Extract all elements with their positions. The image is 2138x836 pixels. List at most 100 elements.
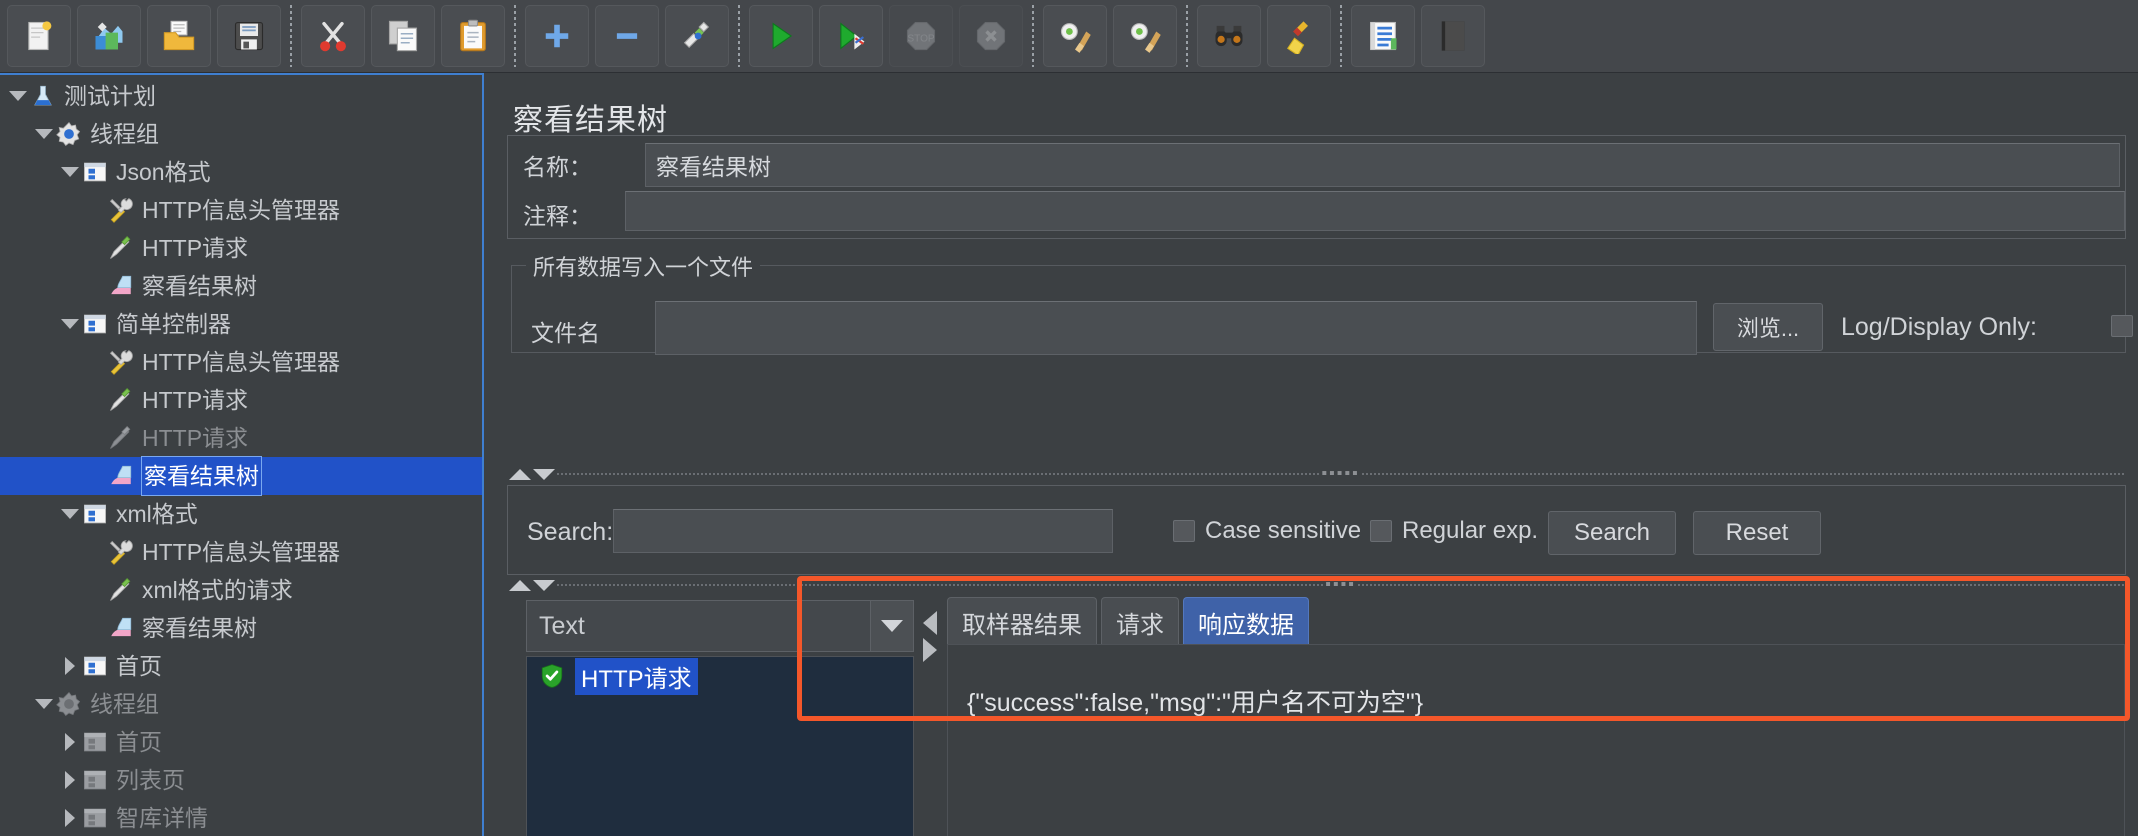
comment-input[interactable] bbox=[625, 191, 2125, 231]
case-sensitive-checkbox[interactable] bbox=[1173, 520, 1195, 542]
search-button[interactable] bbox=[1197, 5, 1261, 67]
toggle-pencils-icon bbox=[679, 18, 715, 54]
arrow-left-icon[interactable] bbox=[923, 611, 937, 635]
result-row[interactable]: HTTP请求 bbox=[527, 657, 913, 695]
grip-dots: ▪▪▪▪▪ bbox=[1321, 465, 1360, 482]
tree-node-label: 简单控制器 bbox=[116, 311, 231, 337]
tree-twisty-collapsed-icon[interactable] bbox=[60, 761, 80, 799]
tree-twisty-expanded-icon[interactable] bbox=[34, 115, 54, 153]
function-helper-button[interactable] bbox=[1351, 5, 1415, 67]
tree-twisty-expanded-icon[interactable] bbox=[60, 153, 80, 191]
tree-node[interactable]: 察看结果树 bbox=[0, 609, 482, 647]
tree-node[interactable]: 线程组 bbox=[0, 685, 482, 723]
toolbar-separator bbox=[290, 5, 292, 67]
response-tabs[interactable]: 取样器结果 请求 响应数据 bbox=[947, 597, 1309, 648]
response-data-view[interactable] bbox=[947, 644, 2125, 836]
chevron-down-icon[interactable] bbox=[533, 468, 555, 480]
tree-node[interactable]: HTTP请求 bbox=[0, 419, 482, 457]
tree-node[interactable]: HTTP信息头管理器 bbox=[0, 191, 482, 229]
tree-node[interactable]: 察看结果树 bbox=[0, 456, 482, 496]
tree-twisty-expanded-icon[interactable] bbox=[60, 305, 80, 343]
start-no-pauses-button[interactable] bbox=[819, 5, 883, 67]
tab-request[interactable]: 请求 bbox=[1101, 597, 1179, 648]
tree-node[interactable]: 首页 bbox=[0, 647, 482, 685]
tree-twisty-expanded-icon[interactable] bbox=[34, 685, 54, 723]
tab-sampler-result[interactable]: 取样器结果 bbox=[947, 597, 1097, 648]
tree-node[interactable]: 线程组 bbox=[0, 115, 482, 153]
sampler-green-icon bbox=[106, 575, 136, 605]
start-button[interactable] bbox=[749, 5, 813, 67]
test-plan-tree[interactable]: 测试计划 线程组 Json格式 HTTP信息头管理器 HTTP请求 察看结果树 简单控制器 H… bbox=[0, 73, 484, 836]
tree-twisty-none bbox=[86, 457, 106, 495]
tree-node[interactable]: HTTP请求 bbox=[0, 381, 482, 419]
scissors-icon bbox=[315, 18, 351, 54]
reset-button[interactable]: Reset bbox=[1693, 511, 1821, 555]
tree-node[interactable]: 简单控制器 bbox=[0, 305, 482, 343]
tree-node-label: 察看结果树 bbox=[142, 615, 257, 641]
collapse-all-button[interactable] bbox=[595, 5, 659, 67]
name-input[interactable]: 察看结果树 bbox=[645, 143, 2120, 187]
panel-splitter[interactable] bbox=[484, 73, 495, 836]
save-button[interactable] bbox=[217, 5, 281, 67]
cut-button[interactable] bbox=[301, 5, 365, 67]
tree-node[interactable]: xml格式 bbox=[0, 495, 482, 533]
browse-button[interactable]: 浏览... bbox=[1713, 303, 1823, 351]
results-tree-icon bbox=[106, 613, 136, 643]
tree-twisty-expanded-icon[interactable] bbox=[60, 495, 80, 533]
flask-icon bbox=[28, 81, 58, 111]
gear-broom-all-icon bbox=[1127, 18, 1163, 54]
tree-twisty-collapsed-icon[interactable] bbox=[60, 723, 80, 761]
tab-response-data[interactable]: 响应数据 bbox=[1183, 597, 1309, 648]
open-button[interactable] bbox=[147, 5, 211, 67]
toolbar-separator bbox=[1186, 5, 1188, 67]
splitter-handle-top[interactable]: ▪▪▪▪▪ bbox=[509, 465, 2125, 483]
list-tabs-splitter[interactable] bbox=[923, 611, 937, 662]
chevron-down-icon-renderer[interactable] bbox=[870, 601, 913, 651]
tree-node[interactable]: HTTP信息头管理器 bbox=[0, 343, 482, 381]
tree-node[interactable]: 察看结果树 bbox=[0, 267, 482, 305]
copy-button[interactable] bbox=[371, 5, 435, 67]
tree-twisty-none bbox=[86, 533, 106, 571]
tree-node-label: HTTP信息头管理器 bbox=[142, 197, 341, 223]
tree-twisty-collapsed-icon[interactable] bbox=[60, 647, 80, 685]
tree-node[interactable]: 测试计划 bbox=[0, 77, 482, 115]
errors-checkbox[interactable] bbox=[2111, 315, 2133, 337]
view-results-tree-panel: 察看结果树 名称： 察看结果树 注释： 所有数据写入一个文件 文件名 浏览...… bbox=[495, 73, 2138, 836]
filename-input[interactable] bbox=[655, 301, 1697, 355]
toolbar-separator bbox=[738, 5, 740, 67]
paste-button[interactable] bbox=[441, 5, 505, 67]
tree-node[interactable]: 智库详情 bbox=[0, 799, 482, 836]
tree-twisty-expanded-icon[interactable] bbox=[8, 77, 28, 115]
tree-node[interactable]: HTTP请求 bbox=[0, 229, 482, 267]
new-test-plan-button[interactable] bbox=[7, 5, 71, 67]
clear-all-button[interactable] bbox=[1113, 5, 1177, 67]
search-input[interactable] bbox=[613, 509, 1113, 553]
tree-node-label: 测试计划 bbox=[64, 83, 156, 109]
chevron-up-icon-2[interactable] bbox=[509, 579, 531, 591]
splitter-handle-bottom[interactable]: ▪▪▪▪ bbox=[509, 576, 2124, 594]
renderer-select[interactable]: Text bbox=[526, 600, 914, 652]
chevron-down-icon-2[interactable] bbox=[533, 579, 555, 591]
tree-twisty-none bbox=[86, 343, 106, 381]
help-button[interactable] bbox=[1421, 5, 1485, 67]
chevron-up-icon[interactable] bbox=[509, 468, 531, 480]
result-row-label: HTTP请求 bbox=[575, 657, 698, 695]
tree-twisty-collapsed-icon[interactable] bbox=[60, 799, 80, 836]
tree-node[interactable]: Json格式 bbox=[0, 153, 482, 191]
tree-node[interactable]: 首页 bbox=[0, 723, 482, 761]
results-list[interactable]: HTTP请求 bbox=[526, 656, 914, 836]
tree-node[interactable]: xml格式的请求 bbox=[0, 571, 482, 609]
clear-button[interactable] bbox=[1043, 5, 1107, 67]
tree-node[interactable]: 列表页 bbox=[0, 761, 482, 799]
splitter-line bbox=[557, 473, 1320, 475]
sampler-green-icon bbox=[106, 385, 136, 415]
reset-search-button[interactable] bbox=[1267, 5, 1331, 67]
expand-all-button[interactable] bbox=[525, 5, 589, 67]
search-button[interactable]: Search bbox=[1548, 511, 1676, 555]
floppy-disk-icon bbox=[231, 18, 267, 54]
toggle-button[interactable] bbox=[665, 5, 729, 67]
arrow-right-icon[interactable] bbox=[923, 638, 937, 662]
templates-button[interactable] bbox=[77, 5, 141, 67]
regular-exp-checkbox[interactable] bbox=[1370, 520, 1392, 542]
tree-node[interactable]: HTTP信息头管理器 bbox=[0, 533, 482, 571]
